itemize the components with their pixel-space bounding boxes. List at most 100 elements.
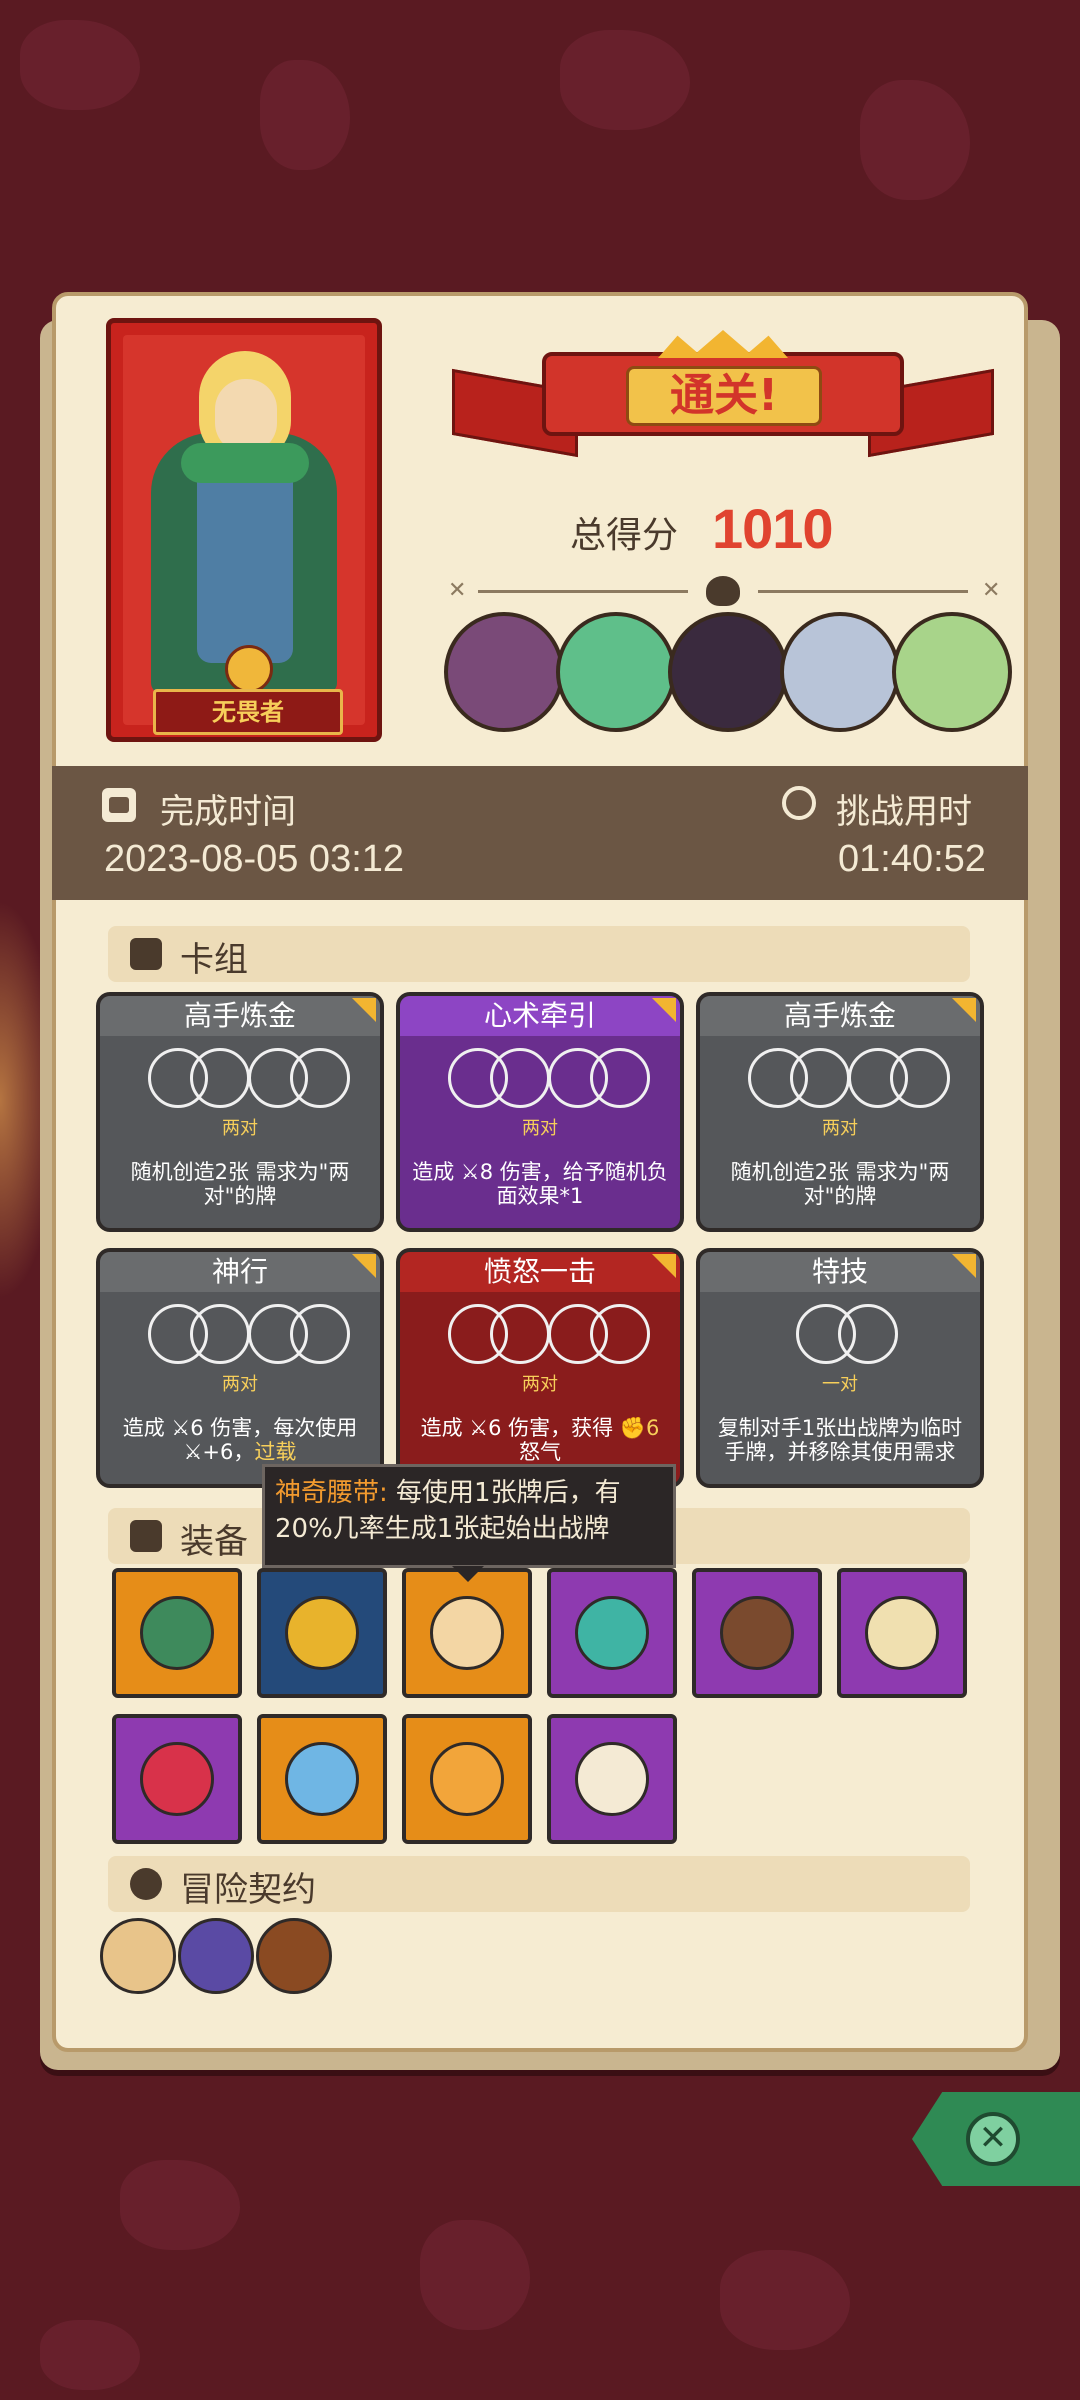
emblem-icon [225, 645, 273, 693]
score-label: 总得分 [570, 515, 679, 556]
equipment-slot[interactable] [402, 1568, 532, 1698]
card-pair-type: 两对 [522, 1374, 558, 1395]
shadow-beast-boss-icon[interactable] [668, 612, 788, 732]
contract-section-title: 冒险契约 [180, 1870, 316, 1910]
card-requirement [400, 1304, 680, 1368]
pipe-contract-icon[interactable] [256, 1918, 332, 1994]
card-description-text: 怒气 [519, 1440, 561, 1464]
ring-icon [790, 1048, 850, 1108]
card-requirement [100, 1304, 380, 1368]
defeated-bosses [444, 612, 1012, 744]
crown-icon [658, 330, 788, 358]
forest-elf-boss-icon[interactable] [892, 612, 1012, 732]
duration-label: 挑战用时 [836, 792, 972, 832]
equipment-slot[interactable] [547, 1714, 677, 1844]
ring-icon [590, 1304, 650, 1364]
card-description: 随机创造2张 需求为"两对"的牌 [130, 1160, 350, 1208]
demon-mask-icon [575, 1596, 649, 1670]
ring-icon [490, 1048, 550, 1108]
duration-value: 01:40:52 [838, 838, 986, 880]
card-pair-type: 两对 [822, 1118, 858, 1139]
card-description-text: 造成 ⚔6 伤害，每次使用⚔+6， [122, 1416, 358, 1464]
equipment-slot[interactable] [547, 1568, 677, 1698]
dragon-boss-icon[interactable] [556, 612, 676, 732]
mushroom-contract-icon[interactable] [178, 1918, 254, 1994]
card-requirement [400, 1048, 680, 1112]
hero-face [215, 379, 277, 453]
card-title: 心术牵引 [400, 996, 680, 1036]
card-furious-strike[interactable]: 愤怒一击 两对 造成 ⚔6 伤害，获得 ✊6 怒气 [396, 1248, 684, 1488]
person-icon [130, 1868, 162, 1900]
ring-icon [890, 1048, 950, 1108]
card-pair-type: 两对 [522, 1118, 558, 1139]
card-requirement [700, 1048, 980, 1112]
deck-section-header: 卡组 [108, 926, 970, 982]
completion-time-label: 完成时间 [160, 792, 296, 832]
rage-value: ✊6 [619, 1416, 660, 1440]
card-requirement [700, 1304, 980, 1368]
completion-time-value: 2023-08-05 03:12 [104, 838, 405, 880]
button-shield-icon [720, 1596, 794, 1670]
stone-golem-boss-icon[interactable] [444, 612, 564, 732]
card-description: 造成 ⚔6 伤害，每次使用⚔+6，过载 [110, 1416, 370, 1464]
tooltip-item-name: 神奇腰带: [275, 1478, 388, 1508]
card-master-alchemy-2[interactable]: 高手炼金 两对 随机创造2张 需求为"两对"的牌 [696, 992, 984, 1232]
equipment-slot[interactable] [112, 1568, 242, 1698]
card-description-text: 造成 ⚔6 伤害，获得 [420, 1416, 620, 1440]
contract-section-header: 冒险契约 [108, 1856, 970, 1912]
card-title: 神行 [100, 1252, 380, 1292]
card-pair-type: 两对 [222, 1118, 258, 1139]
stats-bar: 完成时间 2023-08-05 03:12 挑战用时 01:40:52 [52, 766, 1028, 900]
golden-helmet-icon [285, 1596, 359, 1670]
equipment-slot[interactable] [257, 1568, 387, 1698]
overload-keyword: 过载 [254, 1440, 297, 1464]
card-requirement [100, 1048, 380, 1112]
equipment-slot[interactable] [402, 1714, 532, 1844]
total-score: 总得分 1010 [570, 497, 1030, 566]
equipment-slot[interactable] [692, 1568, 822, 1698]
divider-line [478, 590, 688, 593]
cards-icon [130, 938, 162, 970]
serrated-blade-icon [285, 1742, 359, 1816]
card-master-alchemy-1[interactable]: 高手炼金 两对 随机创造2张 需求为"两对"的牌 [96, 992, 384, 1232]
card-description: 造成 ⚔8 伤害，给予随机负面效果*1 [412, 1160, 668, 1208]
equipment-slot[interactable] [837, 1568, 967, 1698]
card-description: 复制对手1张出战牌为临时手牌，并移除其使用需求 [717, 1416, 963, 1464]
card-title: 高手炼金 [100, 996, 380, 1036]
card-description: 造成 ⚔6 伤害，获得 ✊6 怒气 [410, 1416, 670, 1464]
card-stunt[interactable]: 特技 一对 复制对手1张出战牌为临时手牌，并移除其使用需求 [696, 1248, 984, 1488]
ring-icon [490, 1304, 550, 1364]
equipment-section-title: 装备 [180, 1522, 248, 1562]
equipment-slot[interactable] [112, 1714, 242, 1844]
ring-icon [190, 1304, 250, 1364]
hero-name: 无畏者 [153, 689, 343, 735]
knit-sweater-icon [430, 1742, 504, 1816]
crossed-swords-icon: ✕ [448, 578, 467, 603]
crossed-swords-icon: ✕ [982, 578, 1001, 603]
card-divine-stride[interactable]: 神行 两对 造成 ⚔6 伤害，每次使用⚔+6，过载 [96, 1248, 384, 1488]
hero-scarf [181, 443, 309, 483]
card-title: 愤怒一击 [400, 1252, 680, 1292]
item-tooltip: 神奇腰带: 每使用1张牌后，有20%几率生成1张起始出战牌 [262, 1464, 676, 1568]
ring-icon [290, 1304, 350, 1364]
card-pair-type: 两对 [222, 1374, 258, 1395]
card-mind-pull[interactable]: 心术牵引 两对 造成 ⚔8 伤害，给予随机负面效果*1 [396, 992, 684, 1232]
turtle-shell-icon [140, 1596, 214, 1670]
tooltip-arrow [452, 1566, 484, 1582]
boss-divider: ✕ ✕ [448, 576, 1008, 606]
equipment-slot[interactable] [257, 1714, 387, 1844]
banner-title: 通关! [669, 370, 779, 421]
ruby-necklace-icon [140, 1742, 214, 1816]
scroll-contract-icon[interactable] [100, 1918, 176, 1994]
hero-portrait[interactable]: 无畏者 [106, 318, 382, 742]
victory-banner: 通关! [452, 330, 994, 480]
card-title: 高手炼金 [700, 996, 980, 1036]
card-pair-type: 一对 [822, 1374, 858, 1395]
skull-icon [706, 576, 740, 606]
ring-icon [190, 1048, 250, 1108]
divider-line [758, 590, 968, 593]
ring-icon [838, 1304, 898, 1364]
armored-knight-boss-icon[interactable] [780, 612, 900, 732]
close-icon[interactable]: ✕ [966, 2112, 1020, 2166]
deck-section-title: 卡组 [180, 940, 248, 980]
